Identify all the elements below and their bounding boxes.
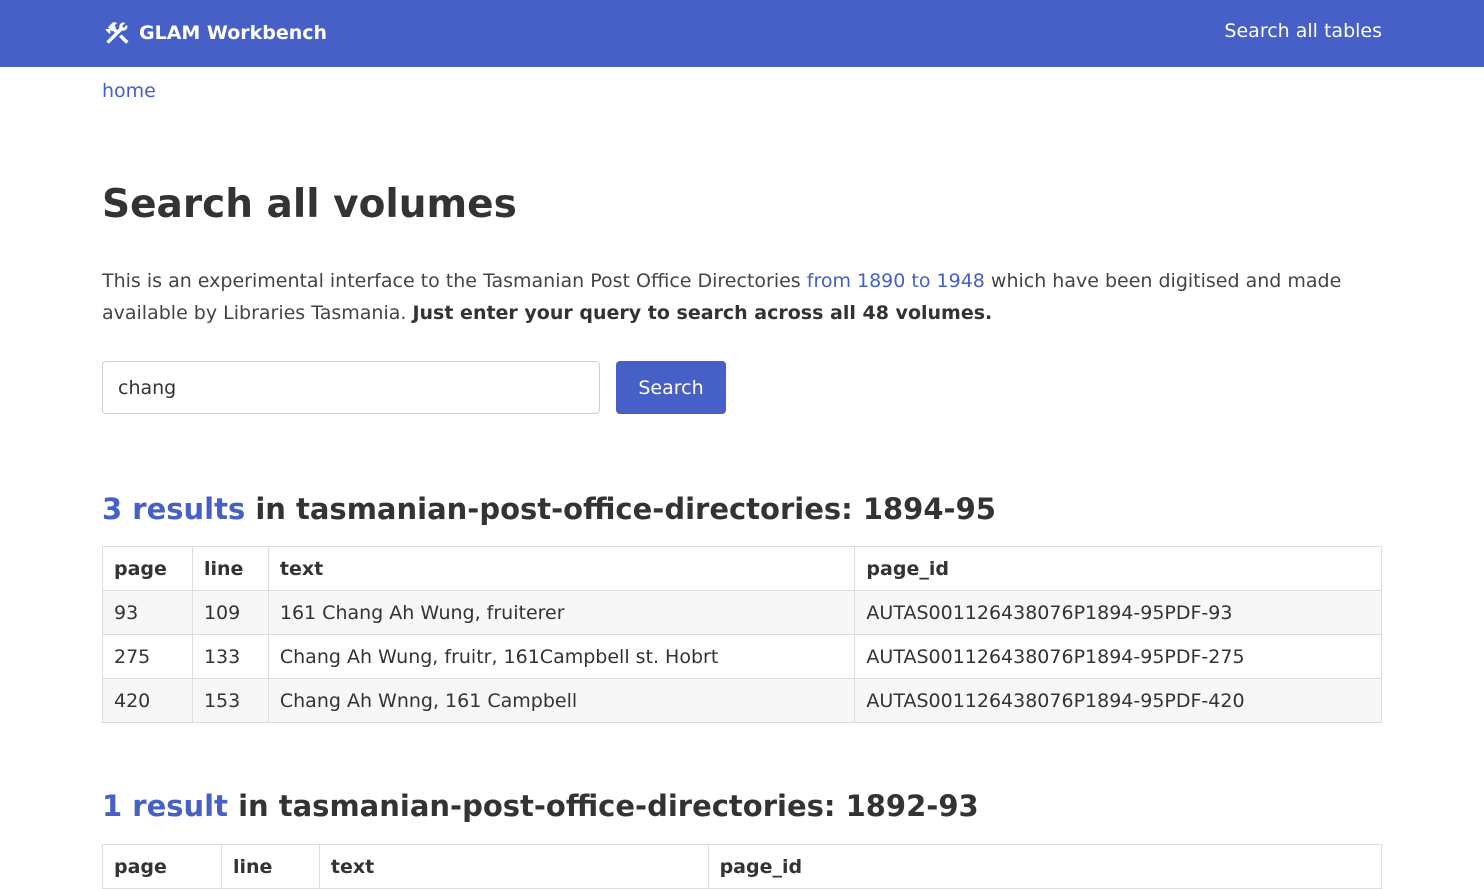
table-row: 420 153 Chang Ah Wnng, 161 Campbell AUTA… <box>102 678 1382 723</box>
navbar: GLAM Workbench Search all tables <box>0 0 1484 67</box>
results-heading-1892-93: 1 result in tasmanian-post-office-direct… <box>102 789 979 823</box>
results-heading-label: in tasmanian-post-office-directories: 18… <box>227 789 979 823</box>
page-title: Search all volumes <box>102 182 517 227</box>
table-row: 93 109 161 Chang Ah Wung, fruiterer AUTA… <box>102 590 1382 635</box>
results-count-link-1892-93[interactable]: 1 result <box>102 789 228 823</box>
intro-date-range-link[interactable]: from 1890 to 1948 <box>807 270 985 292</box>
cell-page: 275 <box>102 634 193 679</box>
column-header-line[interactable]: line <box>220 844 320 889</box>
brand-link[interactable]: GLAM Workbench <box>103 18 327 48</box>
cell-text: 161 Chang Ah Wung, fruiterer <box>267 590 856 635</box>
cell-page: 93 <box>102 590 193 635</box>
column-header-page[interactable]: page <box>102 546 193 591</box>
intro-text-part1: This is an experimental interface to the… <box>102 270 807 292</box>
search-input[interactable] <box>102 361 600 414</box>
table-row: 275 133 Chang Ah Wung, fruitr, 161Campbe… <box>102 634 1382 679</box>
cell-line: 133 <box>191 634 269 679</box>
cell-line: 153 <box>191 678 269 723</box>
cell-line: 109 <box>191 590 269 635</box>
results-heading-1894-95: 3 results in tasmanian-post-office-direc… <box>102 492 996 526</box>
cell-page-id: AUTAS001126438076P1894-95PDF-275 <box>854 634 1382 679</box>
results-heading-label: in tasmanian-post-office-directories: 18… <box>245 492 996 526</box>
cell-text: Chang Ah Wnng, 161 Campbell <box>267 678 856 723</box>
table-header-row: page line text page_id <box>102 546 1382 591</box>
cell-page-id: AUTAS001126438076P1894-95PDF-420 <box>854 678 1382 723</box>
cell-page: 420 <box>102 678 193 723</box>
results-table-1892-93: page line text page_id <box>102 844 1383 889</box>
breadcrumb-home-link[interactable]: home <box>102 80 156 102</box>
column-header-line[interactable]: line <box>191 546 269 591</box>
tools-icon <box>103 19 131 47</box>
intro-text: This is an experimental interface to the… <box>102 265 1382 329</box>
column-header-page-id[interactable]: page_id <box>854 546 1382 591</box>
search-all-tables-link[interactable]: Search all tables <box>1224 20 1382 42</box>
brand-label: GLAM Workbench <box>139 22 328 44</box>
search-button[interactable]: Search <box>616 361 726 414</box>
column-header-text[interactable]: text <box>267 546 856 591</box>
table-header-row: page line text page_id <box>102 844 1383 889</box>
results-table-1894-95: page line text page_id 93 109 161 Chang … <box>102 546 1382 723</box>
column-header-page-id[interactable]: page_id <box>707 844 1383 889</box>
cell-text: Chang Ah Wung, fruitr, 161Campbell st. H… <box>267 634 856 679</box>
column-header-text[interactable]: text <box>318 844 709 889</box>
column-header-page[interactable]: page <box>102 844 222 889</box>
results-count-link-1894-95[interactable]: 3 results <box>102 492 245 526</box>
cell-page-id: AUTAS001126438076P1894-95PDF-93 <box>854 590 1382 635</box>
intro-bold-text: Just enter your query to search across a… <box>412 302 993 324</box>
